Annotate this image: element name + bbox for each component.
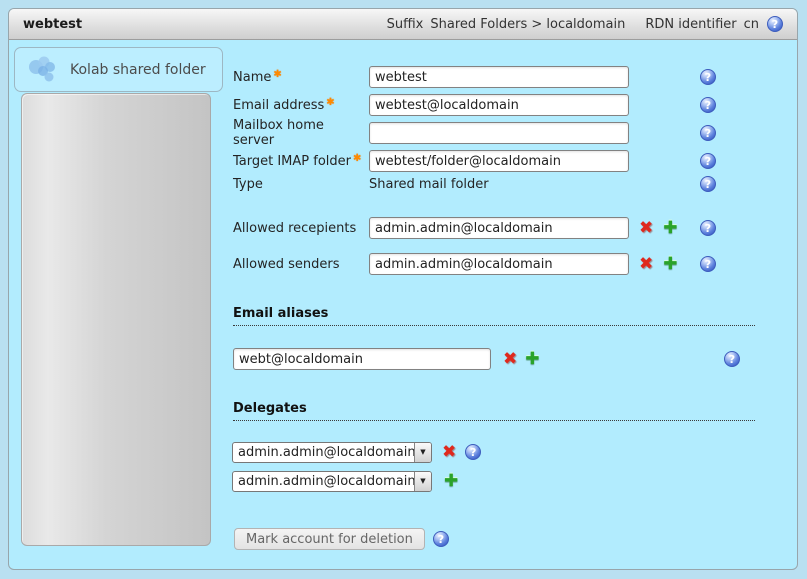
remove-icon[interactable]: ✖	[442, 444, 456, 461]
mark-for-deletion-button[interactable]: Mark account for deletion	[234, 528, 425, 550]
required-icon: ✱	[273, 69, 281, 80]
help-icon[interactable]: ?	[465, 444, 481, 460]
alias-row: ✖ ✚ ?	[233, 348, 540, 370]
remove-icon[interactable]: ✖	[639, 256, 653, 273]
allowed-recipients-input[interactable]	[369, 217, 629, 239]
required-icon: ✱	[353, 153, 361, 164]
form-row-email-address: Email address✱ ?	[233, 94, 629, 116]
type-value: Shared mail folder	[369, 177, 489, 192]
form-row-mailbox-home-server: Mailbox home server ?	[233, 122, 629, 144]
suffix-value: Shared Folders > localdomain	[430, 17, 625, 32]
email-alias-input[interactable]	[233, 348, 491, 370]
field-label: Target IMAP folder✱	[233, 153, 369, 169]
field-label: Email address✱	[233, 97, 369, 113]
suffix-label: Suffix	[387, 17, 424, 32]
name-input[interactable]	[369, 66, 629, 88]
remove-icon[interactable]: ✖	[503, 351, 517, 368]
header-bar: webtest Suffix Shared Folders > localdom…	[9, 9, 797, 40]
allowed-senders-input[interactable]	[369, 253, 629, 275]
delegate-row: admin.admin@localdomain ▼ ✖ ?	[232, 441, 481, 463]
required-icon: ✱	[326, 97, 334, 108]
delegate-select-value: admin.admin@localdomain	[233, 472, 414, 491]
page-title: webtest	[23, 17, 82, 32]
mailbox-home-server-input[interactable]	[369, 122, 629, 144]
help-icon[interactable]: ?	[700, 256, 716, 272]
help-icon[interactable]: ?	[433, 531, 449, 547]
add-icon[interactable]: ✚	[444, 473, 458, 490]
chevron-down-icon[interactable]: ▼	[414, 472, 431, 491]
field-label: Mailbox home server	[233, 118, 369, 148]
delegate-select[interactable]: admin.admin@localdomain ▼	[232, 442, 432, 463]
chevron-down-icon[interactable]: ▼	[414, 443, 431, 462]
field-label: Allowed recepients	[233, 221, 369, 236]
delegate-select[interactable]: admin.admin@localdomain ▼	[232, 471, 432, 492]
target-imap-folder-input[interactable]	[369, 150, 629, 172]
field-label: Allowed senders	[233, 257, 369, 272]
tab-kolab-shared-folder[interactable]: Kolab shared folder	[14, 47, 223, 92]
account-edit-panel: webtest Suffix Shared Folders > localdom…	[8, 8, 798, 570]
form-row-type: Type Shared mail folder ?	[233, 173, 489, 195]
tab-label: Kolab shared folder	[70, 62, 206, 78]
help-icon[interactable]: ?	[700, 125, 716, 141]
help-icon[interactable]: ?	[700, 69, 716, 85]
form-row-allowed-recipients: Allowed recepients ✖ ✚ ?	[233, 217, 678, 239]
add-icon[interactable]: ✚	[663, 256, 677, 273]
form-row-target-imap-folder: Target IMAP folder✱ ?	[233, 150, 629, 172]
help-icon[interactable]: ?	[700, 97, 716, 113]
email-aliases-heading: Email aliases	[233, 306, 755, 326]
help-icon[interactable]: ?	[700, 176, 716, 192]
delegates-heading: Delegates	[233, 401, 755, 421]
form-row-allowed-senders: Allowed senders ✖ ✚ ?	[233, 253, 678, 275]
kolab-logo-icon	[28, 55, 58, 85]
delegate-row: admin.admin@localdomain ▼ ✚	[232, 470, 458, 492]
email-address-input[interactable]	[369, 94, 629, 116]
add-icon[interactable]: ✚	[525, 351, 539, 368]
rdn-identifier-value: cn	[744, 17, 759, 32]
help-icon[interactable]: ?	[700, 220, 716, 236]
form-row-name: Name✱ ?	[233, 66, 629, 88]
help-icon[interactable]: ?	[724, 351, 740, 367]
field-label: Name✱	[233, 69, 369, 85]
help-icon[interactable]: ?	[767, 16, 783, 32]
delete-row: Mark account for deletion ?	[234, 528, 449, 550]
delegate-select-value: admin.admin@localdomain	[233, 443, 414, 462]
help-icon[interactable]: ?	[700, 153, 716, 169]
add-icon[interactable]: ✚	[663, 220, 677, 237]
sidebar-body	[21, 93, 211, 546]
rdn-identifier-label: RDN identifier	[645, 17, 736, 32]
field-label: Type	[233, 177, 369, 192]
remove-icon[interactable]: ✖	[639, 220, 653, 237]
